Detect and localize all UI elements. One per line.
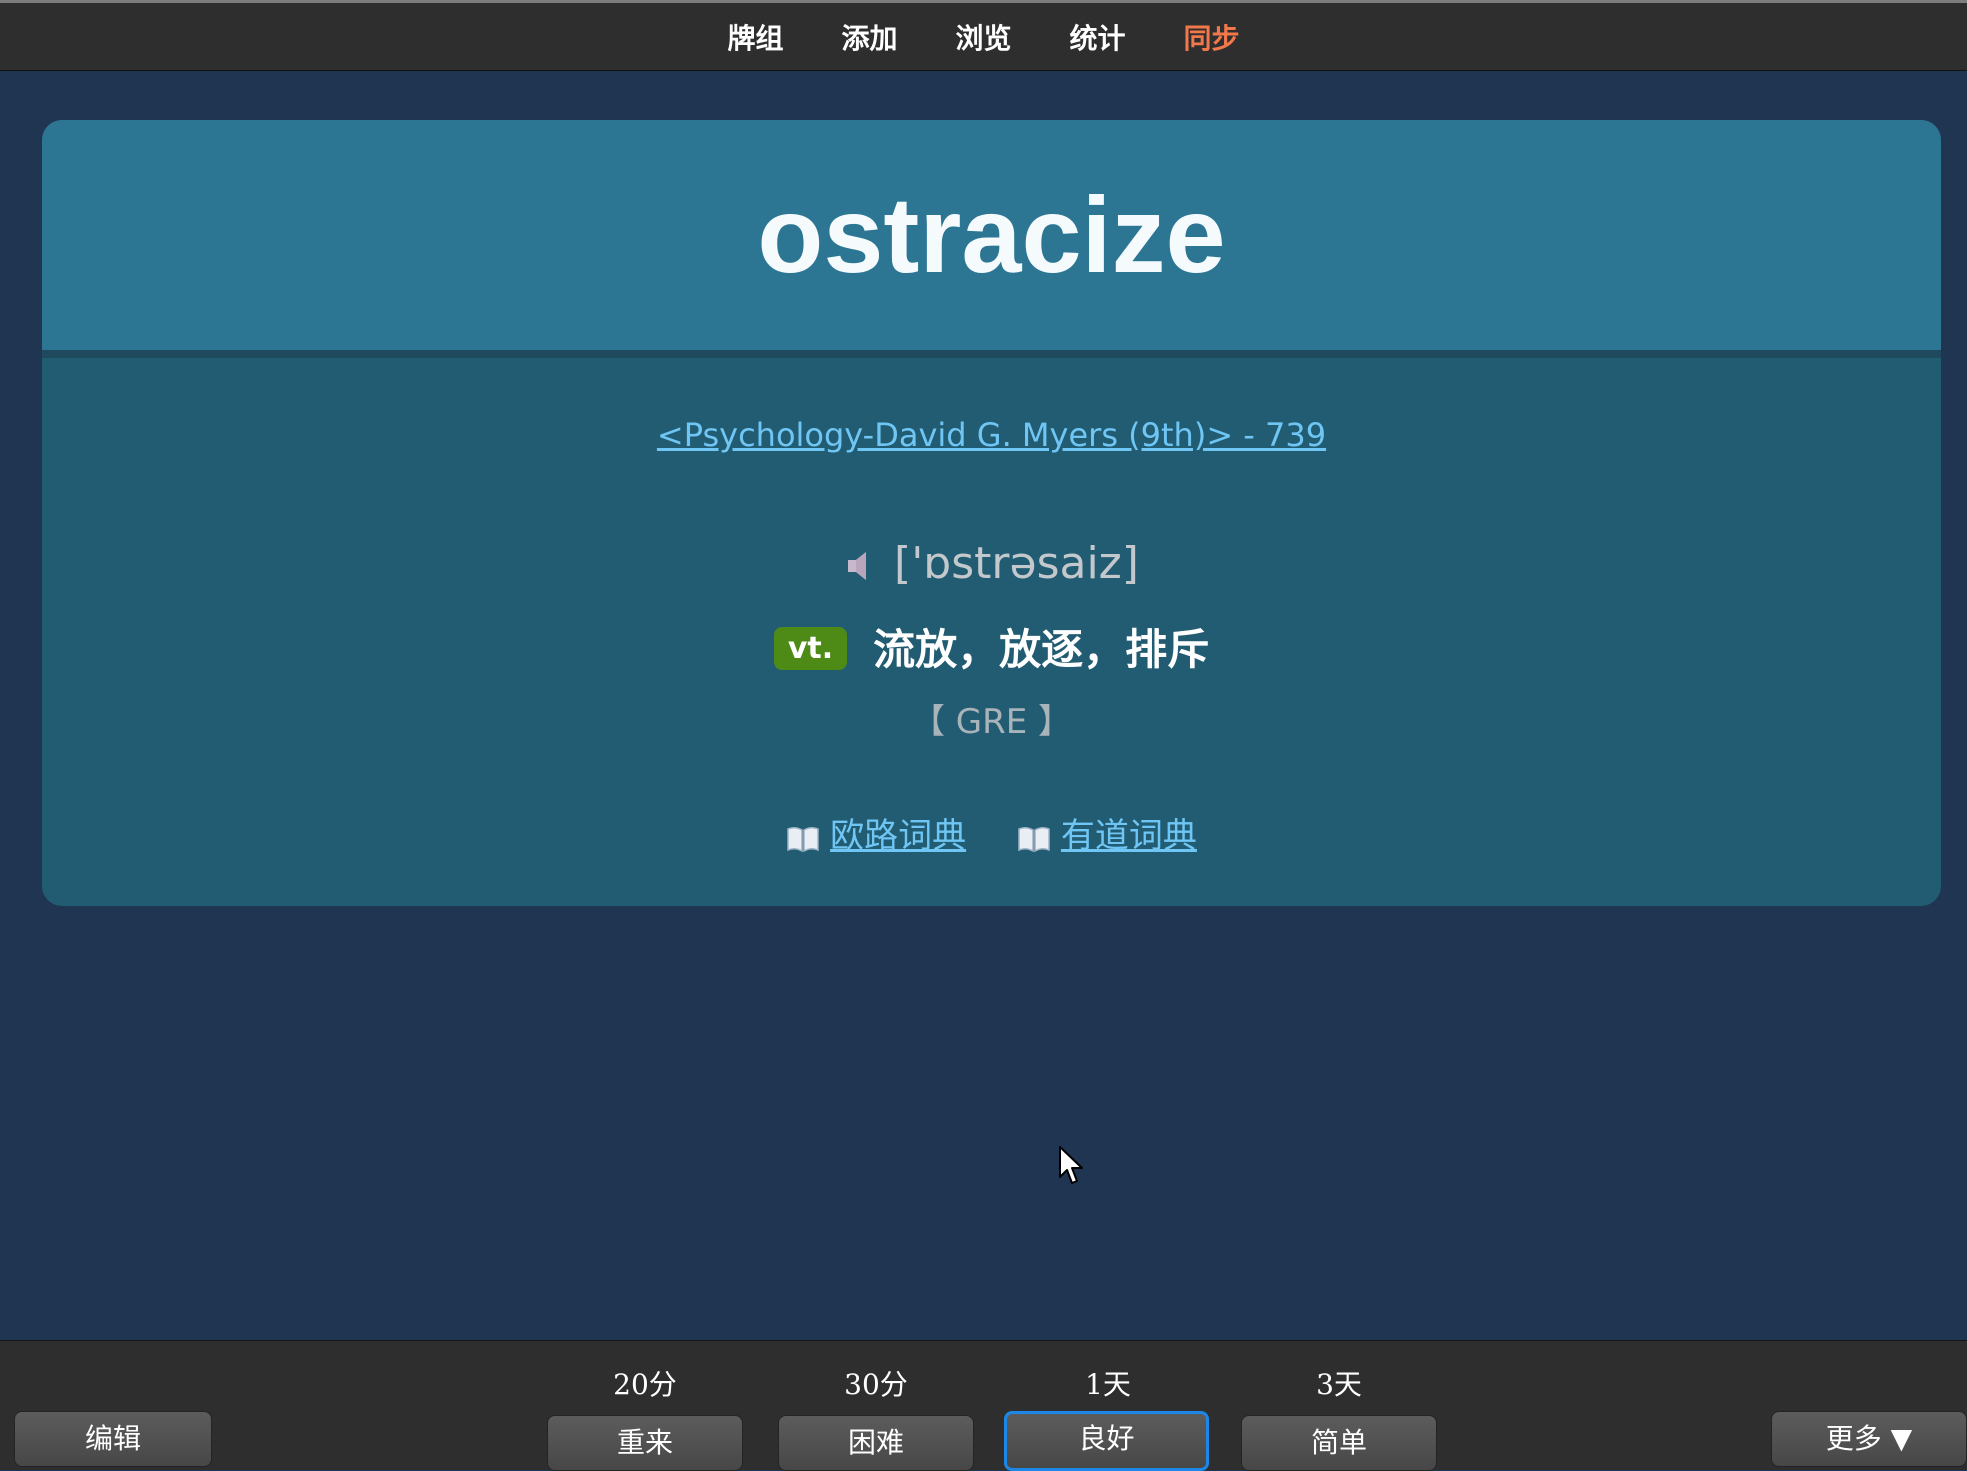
dict-eudic-link[interactable]: 欧路词典 [830, 816, 966, 856]
nav-stats[interactable]: 统计 [1070, 17, 1126, 57]
dict-eudic[interactable]: 欧路词典 [786, 808, 966, 857]
exam-tag: 【 GRE 】 [910, 702, 1073, 742]
flashcard: ostracize <Psychology-David G. Myers (9t… [42, 120, 1941, 906]
top-toolbar: 牌组 添加 浏览 统计 同步 [0, 0, 1967, 71]
nav-decks[interactable]: 牌组 [727, 17, 783, 57]
card-divider [42, 350, 1941, 358]
meaning-row: vt. 流放，放逐，排斥 [42, 616, 1941, 677]
good-button[interactable]: 良好 [1004, 1411, 1209, 1471]
answer-bar: 编辑 20分 30分 1天 3天 重来 困难 良好 简单 更多 ▼ [0, 1340, 1967, 1471]
speaker-icon[interactable] [844, 544, 880, 580]
hard-button[interactable]: 困难 [778, 1415, 974, 1471]
pos-badge: vt. [773, 627, 848, 670]
phonetic-row: ['ɒstrəsaiz] [42, 538, 1941, 589]
book-icon [786, 822, 820, 852]
card-word: ostracize [757, 174, 1226, 295]
phonetic-text: ['ɒstrəsaiz] [894, 538, 1139, 589]
book-icon [1017, 822, 1051, 852]
nav-sync[interactable]: 同步 [1184, 17, 1240, 57]
interval-again: 20分 [613, 1368, 677, 1401]
nav-browse[interactable]: 浏览 [955, 17, 1011, 57]
again-button[interactable]: 重来 [547, 1415, 743, 1471]
dictionary-links: 欧路词典 有道词典 [42, 808, 1941, 857]
more-button[interactable]: 更多 ▼ [1771, 1411, 1967, 1467]
edit-button[interactable]: 编辑 [14, 1411, 212, 1467]
dict-youdao-link[interactable]: 有道词典 [1061, 816, 1197, 856]
main-nav: 牌组 添加 浏览 统计 同步 [0, 17, 1967, 57]
meaning-text: 流放，放逐，排斥 [873, 625, 1210, 674]
mouse-cursor-icon [1058, 1145, 1086, 1187]
interval-easy: 3天 [1316, 1368, 1362, 1401]
card-source: <Psychology-David G. Myers (9th)> - 739 [42, 416, 1941, 454]
interval-good: 1天 [1085, 1368, 1131, 1401]
easy-button[interactable]: 简单 [1241, 1415, 1437, 1471]
nav-add[interactable]: 添加 [841, 17, 897, 57]
interval-hard: 30分 [844, 1368, 908, 1401]
source-link[interactable]: <Psychology-David G. Myers (9th)> - 739 [657, 416, 1326, 454]
dict-youdao[interactable]: 有道词典 [1017, 808, 1197, 857]
